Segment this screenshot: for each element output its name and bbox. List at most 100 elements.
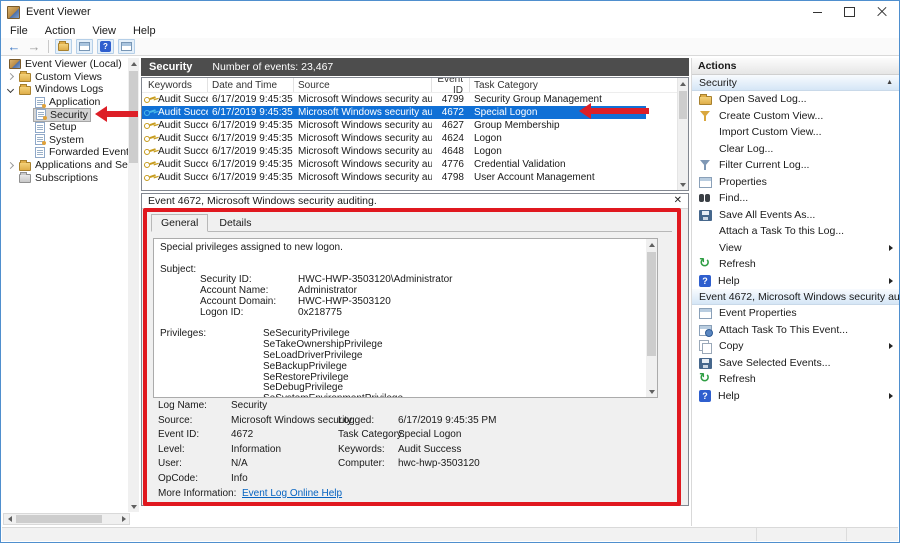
menu-file[interactable]: File bbox=[10, 25, 28, 37]
forward-icon[interactable]: → bbox=[26, 40, 42, 54]
toolbar: ← → ? bbox=[1, 38, 899, 56]
action-pane-button[interactable] bbox=[118, 39, 135, 54]
table-row[interactable]: Audit Success 6/17/2019 9:45:35 PM Micro… bbox=[142, 158, 688, 171]
tree-item-subscriptions[interactable]: Subscriptions bbox=[3, 171, 139, 184]
tree-item-windows-logs[interactable]: Windows Logs bbox=[3, 83, 139, 96]
description-scrollbar[interactable] bbox=[646, 239, 657, 397]
action-properties[interactable]: Properties bbox=[692, 174, 900, 191]
column-task-category[interactable]: Task Category bbox=[470, 78, 688, 92]
column-keywords[interactable]: Keywords bbox=[142, 78, 208, 92]
show-hide-console-tree-button[interactable] bbox=[55, 39, 72, 54]
tab-details[interactable]: Details bbox=[210, 215, 260, 231]
scrollbar-thumb[interactable] bbox=[647, 252, 656, 356]
table-row[interactable]: Audit Success 6/17/2019 9:45:35 PM Micro… bbox=[142, 93, 688, 106]
log-header: Security Number of events: 23,467 bbox=[141, 58, 689, 76]
action-find[interactable]: Find... bbox=[692, 190, 900, 207]
event-log-online-help-link[interactable]: Event Log Online Help bbox=[242, 488, 342, 499]
minimize-icon[interactable] bbox=[801, 1, 833, 23]
actions-header: Actions bbox=[692, 58, 900, 75]
column-date-time[interactable]: Date and Time bbox=[208, 78, 294, 92]
tree-item-security[interactable]: Security bbox=[3, 108, 139, 121]
scroll-up-icon[interactable] bbox=[128, 58, 139, 69]
actions-section-event-4672[interactable]: Event 4672, Microsoft Windows security a… bbox=[692, 289, 900, 305]
scrollbar-thumb[interactable] bbox=[129, 71, 138, 163]
maximize-icon[interactable] bbox=[833, 1, 865, 23]
key-icon bbox=[143, 94, 157, 105]
scroll-right-icon[interactable] bbox=[118, 514, 129, 524]
tree-item-setup[interactable]: Setup bbox=[3, 121, 139, 134]
action-refresh-event[interactable]: Refresh bbox=[692, 371, 900, 388]
action-help-event[interactable]: Help bbox=[692, 388, 900, 405]
action-filter-current-log[interactable]: Filter Current Log... bbox=[692, 157, 900, 174]
log-icon bbox=[35, 134, 45, 145]
tree-item-application[interactable]: Application bbox=[3, 96, 139, 109]
open-folder-icon bbox=[699, 96, 712, 105]
scroll-down-icon[interactable] bbox=[646, 386, 657, 397]
scrollbar-thumb[interactable] bbox=[16, 515, 102, 523]
close-preview-icon[interactable] bbox=[674, 196, 682, 206]
chevron-right-icon[interactable] bbox=[7, 73, 14, 80]
table-row[interactable]: Audit Success 6/17/2019 9:45:35 PM Micro… bbox=[142, 119, 688, 132]
action-attach-task-to-log[interactable]: Attach a Task To this Log... bbox=[692, 223, 900, 240]
back-icon[interactable]: ← bbox=[6, 40, 22, 54]
tree-horizontal-scrollbar[interactable] bbox=[3, 513, 130, 525]
help-button[interactable]: ? bbox=[97, 39, 114, 54]
tree-item-event-viewer-local[interactable]: Event Viewer (Local) bbox=[3, 58, 139, 71]
tab-general[interactable]: General bbox=[151, 214, 208, 232]
scroll-up-icon[interactable] bbox=[678, 78, 688, 89]
action-copy[interactable]: Copy bbox=[692, 338, 900, 355]
chevron-right-icon[interactable] bbox=[7, 162, 14, 169]
scroll-up-icon[interactable] bbox=[646, 239, 657, 250]
event-message: Special privileges assigned to new logon… bbox=[160, 243, 657, 254]
scrollbar-thumb[interactable] bbox=[679, 91, 687, 119]
menu-view[interactable]: View bbox=[92, 25, 116, 37]
tree-item-system[interactable]: System bbox=[3, 134, 139, 147]
actions-section-security[interactable]: Security bbox=[692, 75, 900, 91]
filter-icon bbox=[699, 159, 712, 171]
table-row[interactable]: Audit Success 6/17/2019 9:45:35 PM Micro… bbox=[142, 171, 688, 184]
scroll-down-icon[interactable] bbox=[678, 179, 688, 190]
scroll-down-icon[interactable] bbox=[128, 501, 139, 512]
action-view[interactable]: View bbox=[692, 240, 900, 257]
action-open-saved-log[interactable]: Open Saved Log... bbox=[692, 91, 900, 108]
table-row-selected[interactable]: Audit Success 6/17/2019 9:45:35 PM Micro… bbox=[142, 106, 646, 119]
action-help[interactable]: Help bbox=[692, 273, 900, 290]
collapse-icon[interactable] bbox=[886, 79, 893, 86]
tree-vertical-scrollbar[interactable] bbox=[128, 58, 139, 512]
event-list-scrollbar[interactable] bbox=[677, 78, 688, 190]
action-import-custom-view[interactable]: Import Custom View... bbox=[692, 124, 900, 141]
computer-value: hwc-hwp-3503120 bbox=[398, 458, 480, 469]
submenu-arrow-icon bbox=[889, 278, 893, 284]
key-icon bbox=[143, 146, 157, 157]
chevron-down-icon[interactable] bbox=[7, 86, 14, 93]
menu-help[interactable]: Help bbox=[133, 25, 156, 37]
event-detail-pane: Event 4672, Microsoft Windows security a… bbox=[141, 193, 689, 506]
action-clear-log[interactable]: Clear Log... bbox=[692, 141, 900, 158]
action-save-all-events-as[interactable]: Save All Events As... bbox=[692, 207, 900, 224]
key-icon bbox=[143, 133, 157, 144]
toolbar-separator bbox=[48, 40, 49, 53]
action-refresh[interactable]: Refresh bbox=[692, 256, 900, 273]
window-icon bbox=[79, 42, 90, 51]
event-description-box[interactable]: Special privileges assigned to new logon… bbox=[153, 238, 658, 398]
tree-item-applications-and-services[interactable]: Applications and Services Lo bbox=[3, 159, 139, 172]
menu-action[interactable]: Action bbox=[45, 25, 76, 37]
tree-item-custom-views[interactable]: Custom Views bbox=[3, 71, 139, 84]
key-icon bbox=[143, 159, 157, 170]
column-event-id[interactable]: Event ID bbox=[432, 78, 470, 92]
action-save-selected-events[interactable]: Save Selected Events... bbox=[692, 355, 900, 372]
action-event-properties[interactable]: Event Properties bbox=[692, 305, 900, 322]
tree-item-forwarded-events[interactable]: Forwarded Events bbox=[3, 146, 139, 159]
key-icon bbox=[143, 172, 157, 183]
action-create-custom-view[interactable]: Create Custom View... bbox=[692, 108, 900, 125]
column-source[interactable]: Source bbox=[294, 78, 432, 92]
filter-icon bbox=[699, 110, 712, 122]
properties-button[interactable] bbox=[76, 39, 93, 54]
table-row[interactable]: Audit Success 6/17/2019 9:45:35 PM Micro… bbox=[142, 145, 688, 158]
scroll-left-icon[interactable] bbox=[4, 514, 15, 524]
action-attach-task-to-event[interactable]: Attach Task To This Event... bbox=[692, 322, 900, 339]
folder-icon bbox=[19, 162, 31, 171]
privileges-label: Privileges: bbox=[160, 329, 263, 340]
table-row[interactable]: Audit Success 6/17/2019 9:45:35 PM Micro… bbox=[142, 132, 688, 145]
close-window-icon[interactable] bbox=[865, 1, 899, 23]
